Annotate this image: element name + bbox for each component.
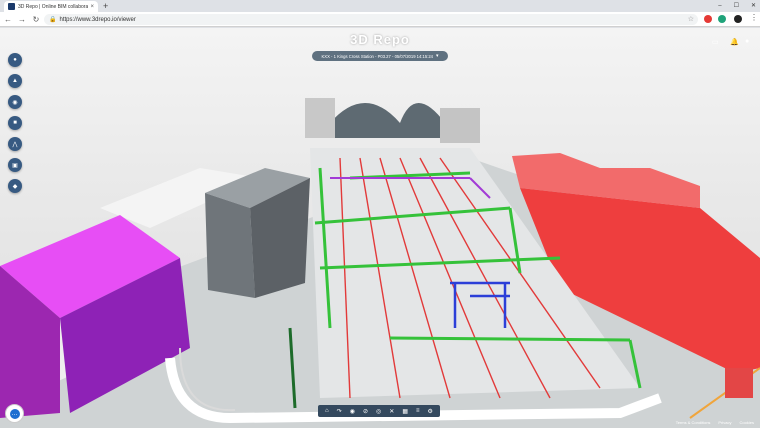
close-window-button[interactable]: ✕ (751, 0, 756, 12)
bookmark-star-icon[interactable]: ☆ (688, 14, 694, 25)
station-wall-east (440, 108, 480, 143)
risks-button[interactable]: ▲ (8, 74, 22, 88)
chat-widget[interactable]: … (5, 404, 24, 423)
chat-icon: … (9, 408, 20, 419)
chevron-down-icon: ▾ (436, 53, 439, 59)
turntable-icon[interactable]: ↷ (337, 408, 342, 415)
privacy-link[interactable]: Privacy (718, 420, 731, 425)
forward-button[interactable]: → (16, 15, 28, 24)
settings-icon[interactable]: ⚙ (428, 408, 433, 415)
warning-icon: ▲ (12, 78, 18, 84)
compare-button[interactable]: ◆ (8, 179, 22, 193)
compare-icon: ◆ (12, 183, 18, 190)
show-icon[interactable]: ◎ (376, 408, 381, 415)
tree-icon: ⋀ (12, 141, 18, 148)
metadata-icon[interactable]: ≡ (416, 408, 420, 414)
maximize-button[interactable]: ☐ (734, 0, 739, 12)
issues-button[interactable]: ● (8, 53, 22, 67)
bim-model-canvas[interactable] (0, 28, 760, 428)
extension-green-icon[interactable] (718, 15, 726, 23)
url-text[interactable]: https://www.3drepo.io/viewer (59, 17, 135, 23)
new-tab-button[interactable]: + (103, 1, 108, 11)
3drepo-logo: 3D Repo (350, 32, 410, 47)
browser-menu-icon[interactable]: ⋮ (750, 13, 758, 22)
profile-avatar-icon[interactable] (734, 15, 742, 23)
revision-label: KXX - 1 Kings Cross Station - P03.27 - 0… (321, 53, 433, 59)
notifications-icon[interactable]: 🔔 (730, 38, 739, 46)
lock-icon: 🔒 (49, 17, 57, 23)
footer-links: Terms & Conditions Privacy Cookies (676, 420, 754, 425)
isolate-icon[interactable]: ✕ (389, 408, 394, 415)
minimize-button[interactable]: – (718, 0, 721, 12)
station-wall-west (305, 98, 335, 138)
favicon-icon (8, 3, 15, 10)
address-bar-row: ← → ↻ 🔒 https://www.3drepo.io/viewer ☆ ⋮ (0, 12, 760, 27)
tree-button[interactable]: ⋀ (8, 137, 22, 151)
gis-button[interactable]: ◉ (8, 95, 22, 109)
viewer-toolbar: ⌂ ↷ ◉ ⊘ ◎ ✕ ▦ ≡ ⚙ (318, 405, 440, 417)
red-stair-tower (725, 368, 753, 398)
screenshot-icon[interactable]: ▭ (712, 38, 719, 46)
cookies-link[interactable]: Cookies (740, 420, 754, 425)
terms-link[interactable]: Terms & Conditions (676, 420, 711, 425)
address-bar[interactable]: 🔒 https://www.3drepo.io/viewer ☆ (44, 14, 698, 25)
eye-icon[interactable]: ◉ (350, 408, 355, 415)
home-icon[interactable]: ⌂ (325, 408, 329, 414)
extension-red-icon[interactable] (704, 15, 712, 23)
gis-icon: ◉ (12, 99, 18, 106)
station-roof-arch (330, 103, 445, 138)
view-icon: ■ (13, 120, 17, 126)
tab-close-icon[interactable]: × (90, 4, 94, 10)
clip-icon: ▣ (12, 162, 18, 169)
revision-selector[interactable]: KXX - 1 Kings Cross Station - P03.27 - 0… (312, 51, 448, 61)
map-marker-icon: ● (13, 57, 17, 63)
views-button[interactable]: ■ (8, 116, 22, 130)
clip-tool-icon[interactable]: ▦ (402, 408, 408, 415)
browser-tab-strip: 3D Repo | Online BIM collaboration × + –… (0, 0, 760, 12)
window-controls: – ☐ ✕ (718, 0, 756, 12)
hide-icon[interactable]: ⊘ (363, 408, 368, 415)
groups-button[interactable]: ▣ (8, 158, 22, 172)
back-button[interactable]: ← (2, 15, 14, 24)
browser-tab[interactable]: 3D Repo | Online BIM collaboration × (4, 1, 98, 12)
grey-building-wall-left (205, 193, 255, 298)
reload-button[interactable]: ↻ (30, 15, 42, 24)
3d-viewer[interactable]: 3D Repo KXX - 1 Kings Cross Station - P0… (0, 28, 760, 428)
account-icon[interactable]: ● (745, 38, 749, 45)
tab-title: 3D Repo | Online BIM collaboration (18, 3, 89, 10)
